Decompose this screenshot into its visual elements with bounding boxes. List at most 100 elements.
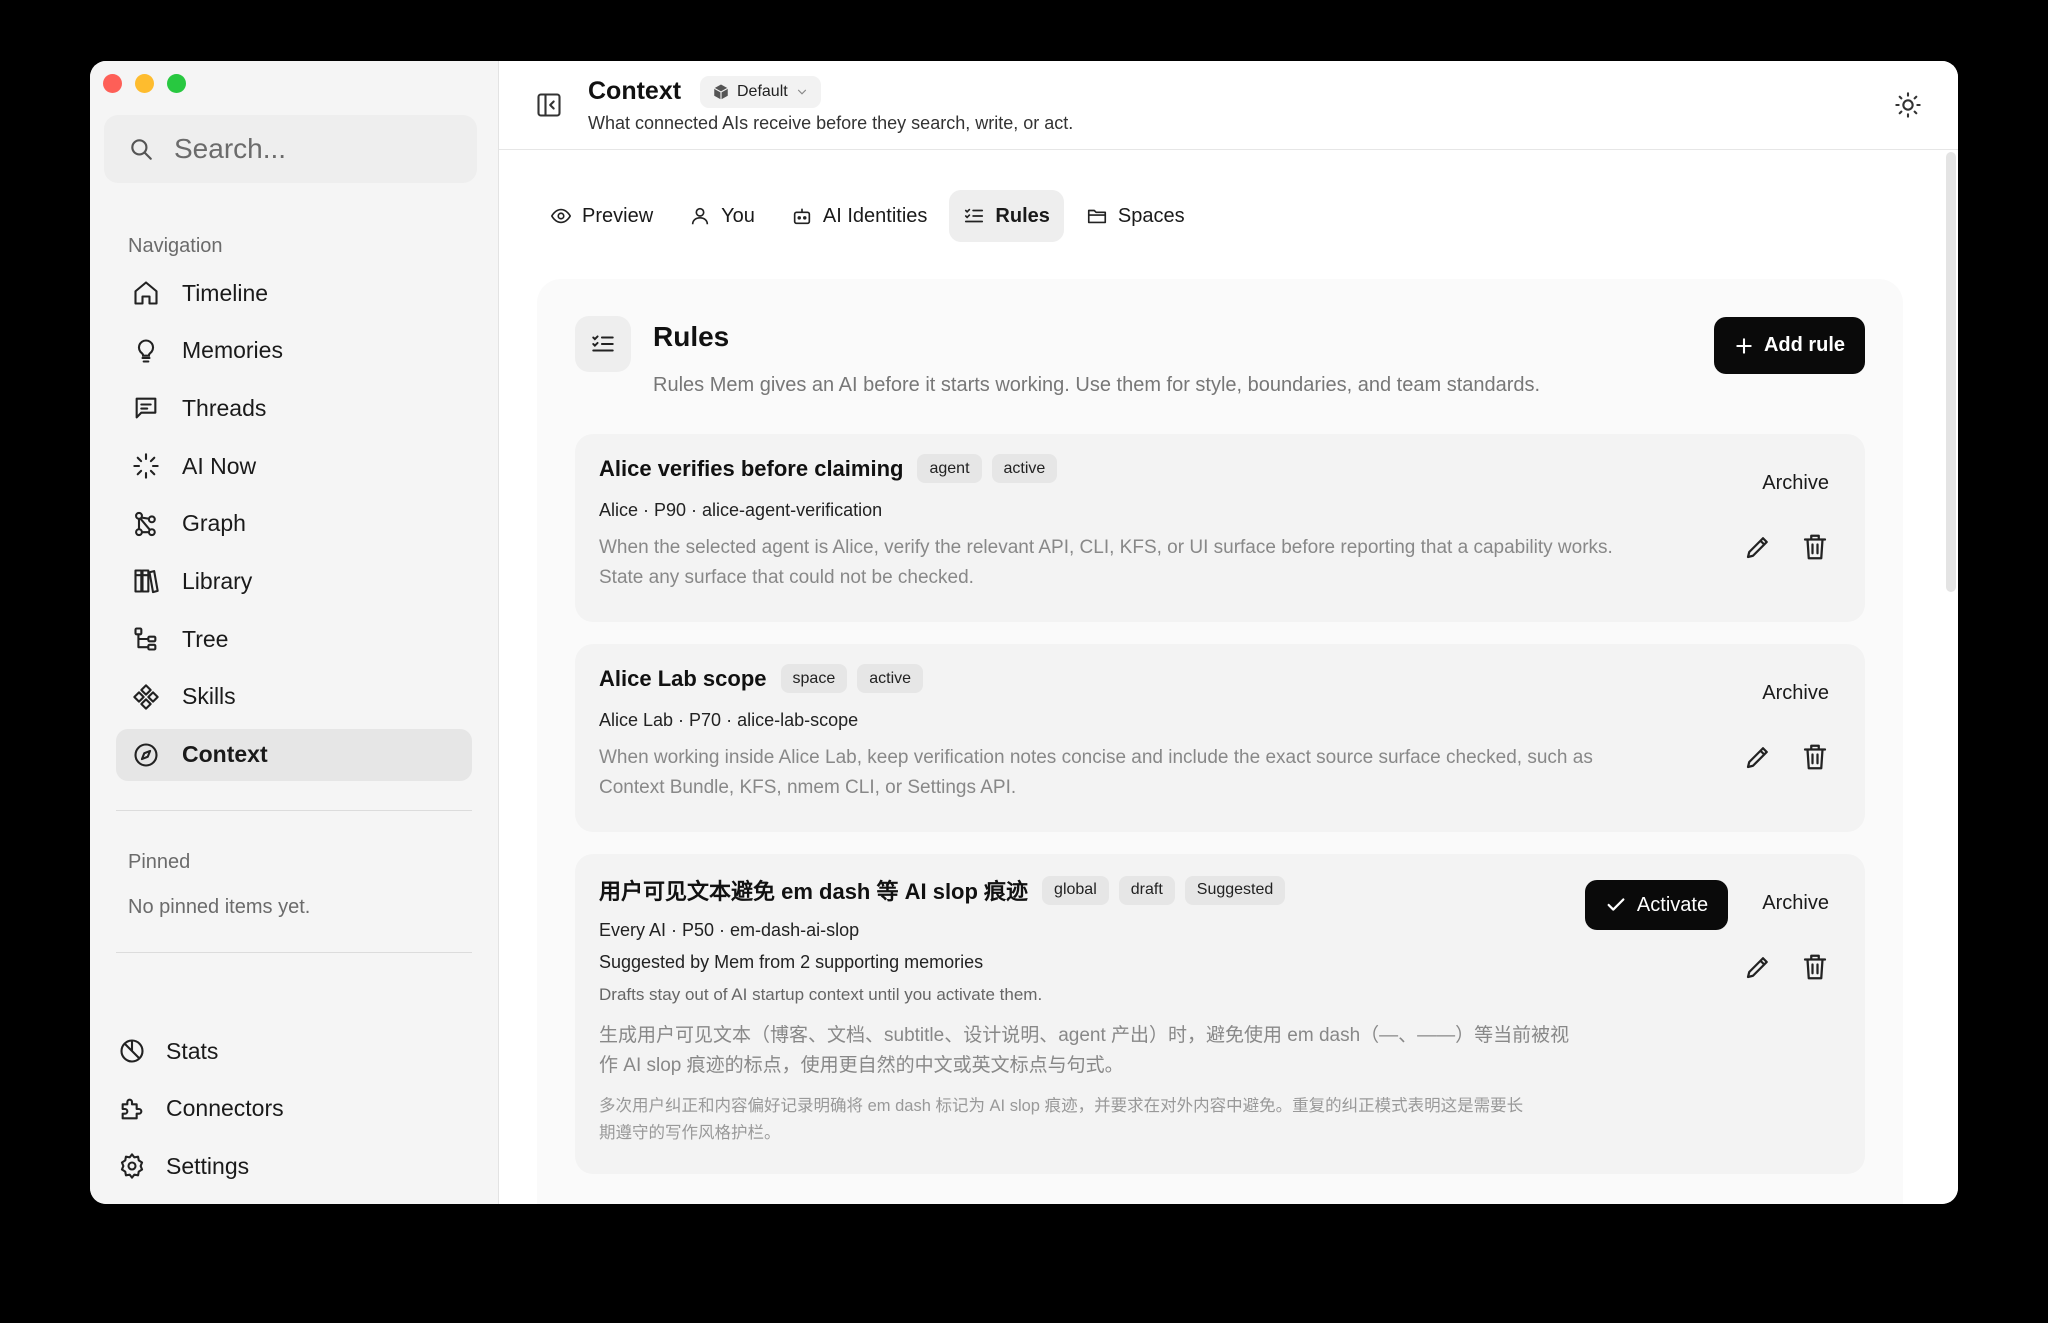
rule-evidence: 多次用户纠正和内容偏好记录明确将 em dash 标记为 AI slop 痕迹，… <box>599 1093 1599 1147</box>
library-icon <box>134 569 159 594</box>
pencil-icon <box>1746 747 1768 769</box>
check-icon <box>1607 898 1625 911</box>
nav-label: Skills <box>182 683 236 710</box>
search-placeholder: Search... <box>174 133 287 164</box>
nav-item-settings[interactable]: Settings <box>104 1140 474 1192</box>
rule-title-row: Alice verifies before claiming agent act… <box>599 454 1058 483</box>
tree-icon <box>134 627 157 651</box>
rule-status-tag: active <box>991 454 1058 483</box>
tab-you[interactable]: You <box>675 190 769 242</box>
context-profile-label: Default <box>737 83 788 100</box>
trash-icon <box>1803 744 1827 770</box>
sparkle-loader-icon <box>133 453 159 479</box>
rule-title: Alice Lab scope <box>599 665 767 691</box>
nav-item-connectors[interactable]: Connectors <box>104 1083 474 1135</box>
edit-rule-button[interactable] <box>1743 952 1773 982</box>
nav-label: Stats <box>166 1037 219 1064</box>
close-window-button[interactable] <box>103 74 122 93</box>
tab-ai-identities[interactable]: AI Identities <box>777 190 942 242</box>
tab-label: Spaces <box>1117 204 1185 227</box>
rule-status-tag: draft <box>1118 875 1175 905</box>
rule-title: 用户可见文本避免 em dash 等 AI slop 痕迹 <box>599 879 1029 904</box>
pencil-icon <box>1746 537 1768 559</box>
activate-rule-button[interactable]: Activate <box>1585 880 1728 930</box>
rule-meta: Alice · P90 · alice-agent-verification <box>599 500 883 520</box>
trash-icon <box>1803 954 1827 980</box>
home-icon <box>134 281 158 305</box>
rule-description-line: When working inside Alice Lab, keep veri… <box>599 747 1593 768</box>
rule-card: 用户可见文本避免 em dash 等 AI slop 痕迹 global dra… <box>575 854 1865 1174</box>
nav-item-ai-now[interactable]: AI Now <box>116 440 472 492</box>
user-icon <box>691 207 709 225</box>
nav-label: Context <box>182 741 268 767</box>
nav-item-context[interactable]: Context <box>116 728 472 781</box>
nav-item-tree[interactable]: Tree <box>116 613 472 665</box>
gear-icon <box>120 1153 144 1180</box>
sidebar-toggle-icon[interactable] <box>535 91 563 119</box>
folder-icon <box>1087 209 1106 224</box>
rule-description-line: State any surface that could not be chec… <box>599 567 974 588</box>
navigation-heading: Navigation <box>128 235 223 257</box>
tab-preview[interactable]: Preview <box>536 190 667 242</box>
theme-toggle-sun-icon[interactable] <box>1894 91 1922 119</box>
maximize-window-button[interactable] <box>167 74 186 93</box>
delete-rule-button[interactable] <box>1800 742 1830 772</box>
nav-item-threads[interactable]: Threads <box>116 382 472 434</box>
eye-icon <box>550 208 572 224</box>
rule-suggested-tag: Suggested <box>1184 875 1286 905</box>
nav-item-library[interactable]: Library <box>116 555 472 607</box>
nav-item-graph[interactable]: Graph <box>116 498 472 550</box>
nav-item-memories[interactable]: Memories <box>116 325 472 377</box>
minimize-window-button[interactable] <box>135 74 154 93</box>
app-window: Search... Navigation Timeline Memories T… <box>90 61 1958 1204</box>
context-profile-select[interactable]: Default <box>700 76 821 108</box>
plus-icon <box>1736 337 1752 354</box>
nav-label: Graph <box>182 510 246 537</box>
rules-subtitle: Rules Mem gives an AI before it starts w… <box>653 374 1541 396</box>
rule-meta: Alice Lab · P70 · alice-lab-scope <box>599 710 859 730</box>
page-subtitle: What connected AIs receive before they s… <box>588 113 1074 133</box>
rules-title: Rules <box>653 321 730 352</box>
list-check-icon <box>592 335 614 352</box>
search-input[interactable]: Search... <box>104 115 477 183</box>
nav-item-skills[interactable]: Skills <box>116 671 472 723</box>
tab-label: Rules <box>995 204 1050 227</box>
page-title: Context <box>588 77 682 105</box>
cube-icon <box>713 84 729 100</box>
vertical-scrollbar[interactable] <box>1946 152 1956 592</box>
tab-label: Preview <box>582 204 654 227</box>
archive-button[interactable]: Archive <box>1762 682 1829 705</box>
tab-rules[interactable]: Rules <box>949 190 1064 242</box>
context-tabs: Preview You AI Identities Rules Spaces <box>536 190 1199 242</box>
edit-rule-button[interactable] <box>1743 532 1773 562</box>
rule-scope-tag: space <box>780 664 848 693</box>
tab-spaces[interactable]: Spaces <box>1072 190 1199 242</box>
tab-label: AI Identities <box>822 204 928 227</box>
rule-description-line: Context Bundle, KFS, nmem CLI, or Settin… <box>599 777 1017 798</box>
archive-button[interactable]: Archive <box>1762 472 1829 495</box>
rule-title-row: Alice Lab scope space active <box>599 664 924 693</box>
nav-label: Tree <box>182 625 229 652</box>
nav-label: Library <box>182 567 253 594</box>
sidebar-divider <box>116 810 472 811</box>
chevron-down-icon <box>797 89 806 95</box>
delete-rule-button[interactable] <box>1800 532 1830 562</box>
sidebar: Search... Navigation Timeline Memories T… <box>90 61 499 1204</box>
main-navigation: Timeline Memories Threads AI Now Graph L… <box>116 267 472 786</box>
rule-scope-tag: agent <box>917 454 982 483</box>
rules-panel: Rules Rules Mem gives an AI before it st… <box>537 279 1903 1204</box>
delete-rule-button[interactable] <box>1800 952 1830 982</box>
nav-item-stats[interactable]: Stats <box>104 1025 474 1077</box>
main-content: Context Default What connected AIs recei… <box>499 61 1958 1204</box>
nav-label: Timeline <box>182 279 269 306</box>
rule-status-tag: active <box>857 664 924 693</box>
nav-label: AI Now <box>182 452 257 479</box>
archive-button[interactable]: Archive <box>1762 892 1829 915</box>
search-icon <box>131 139 152 160</box>
add-rule-button[interactable]: Add rule <box>1714 317 1865 374</box>
edit-rule-button[interactable] <box>1743 742 1773 772</box>
page-header: Context Default What connected AIs recei… <box>499 61 1958 150</box>
add-rule-label: Add rule <box>1763 334 1846 356</box>
nav-item-timeline[interactable]: Timeline <box>116 267 472 319</box>
message-icon <box>135 397 157 419</box>
